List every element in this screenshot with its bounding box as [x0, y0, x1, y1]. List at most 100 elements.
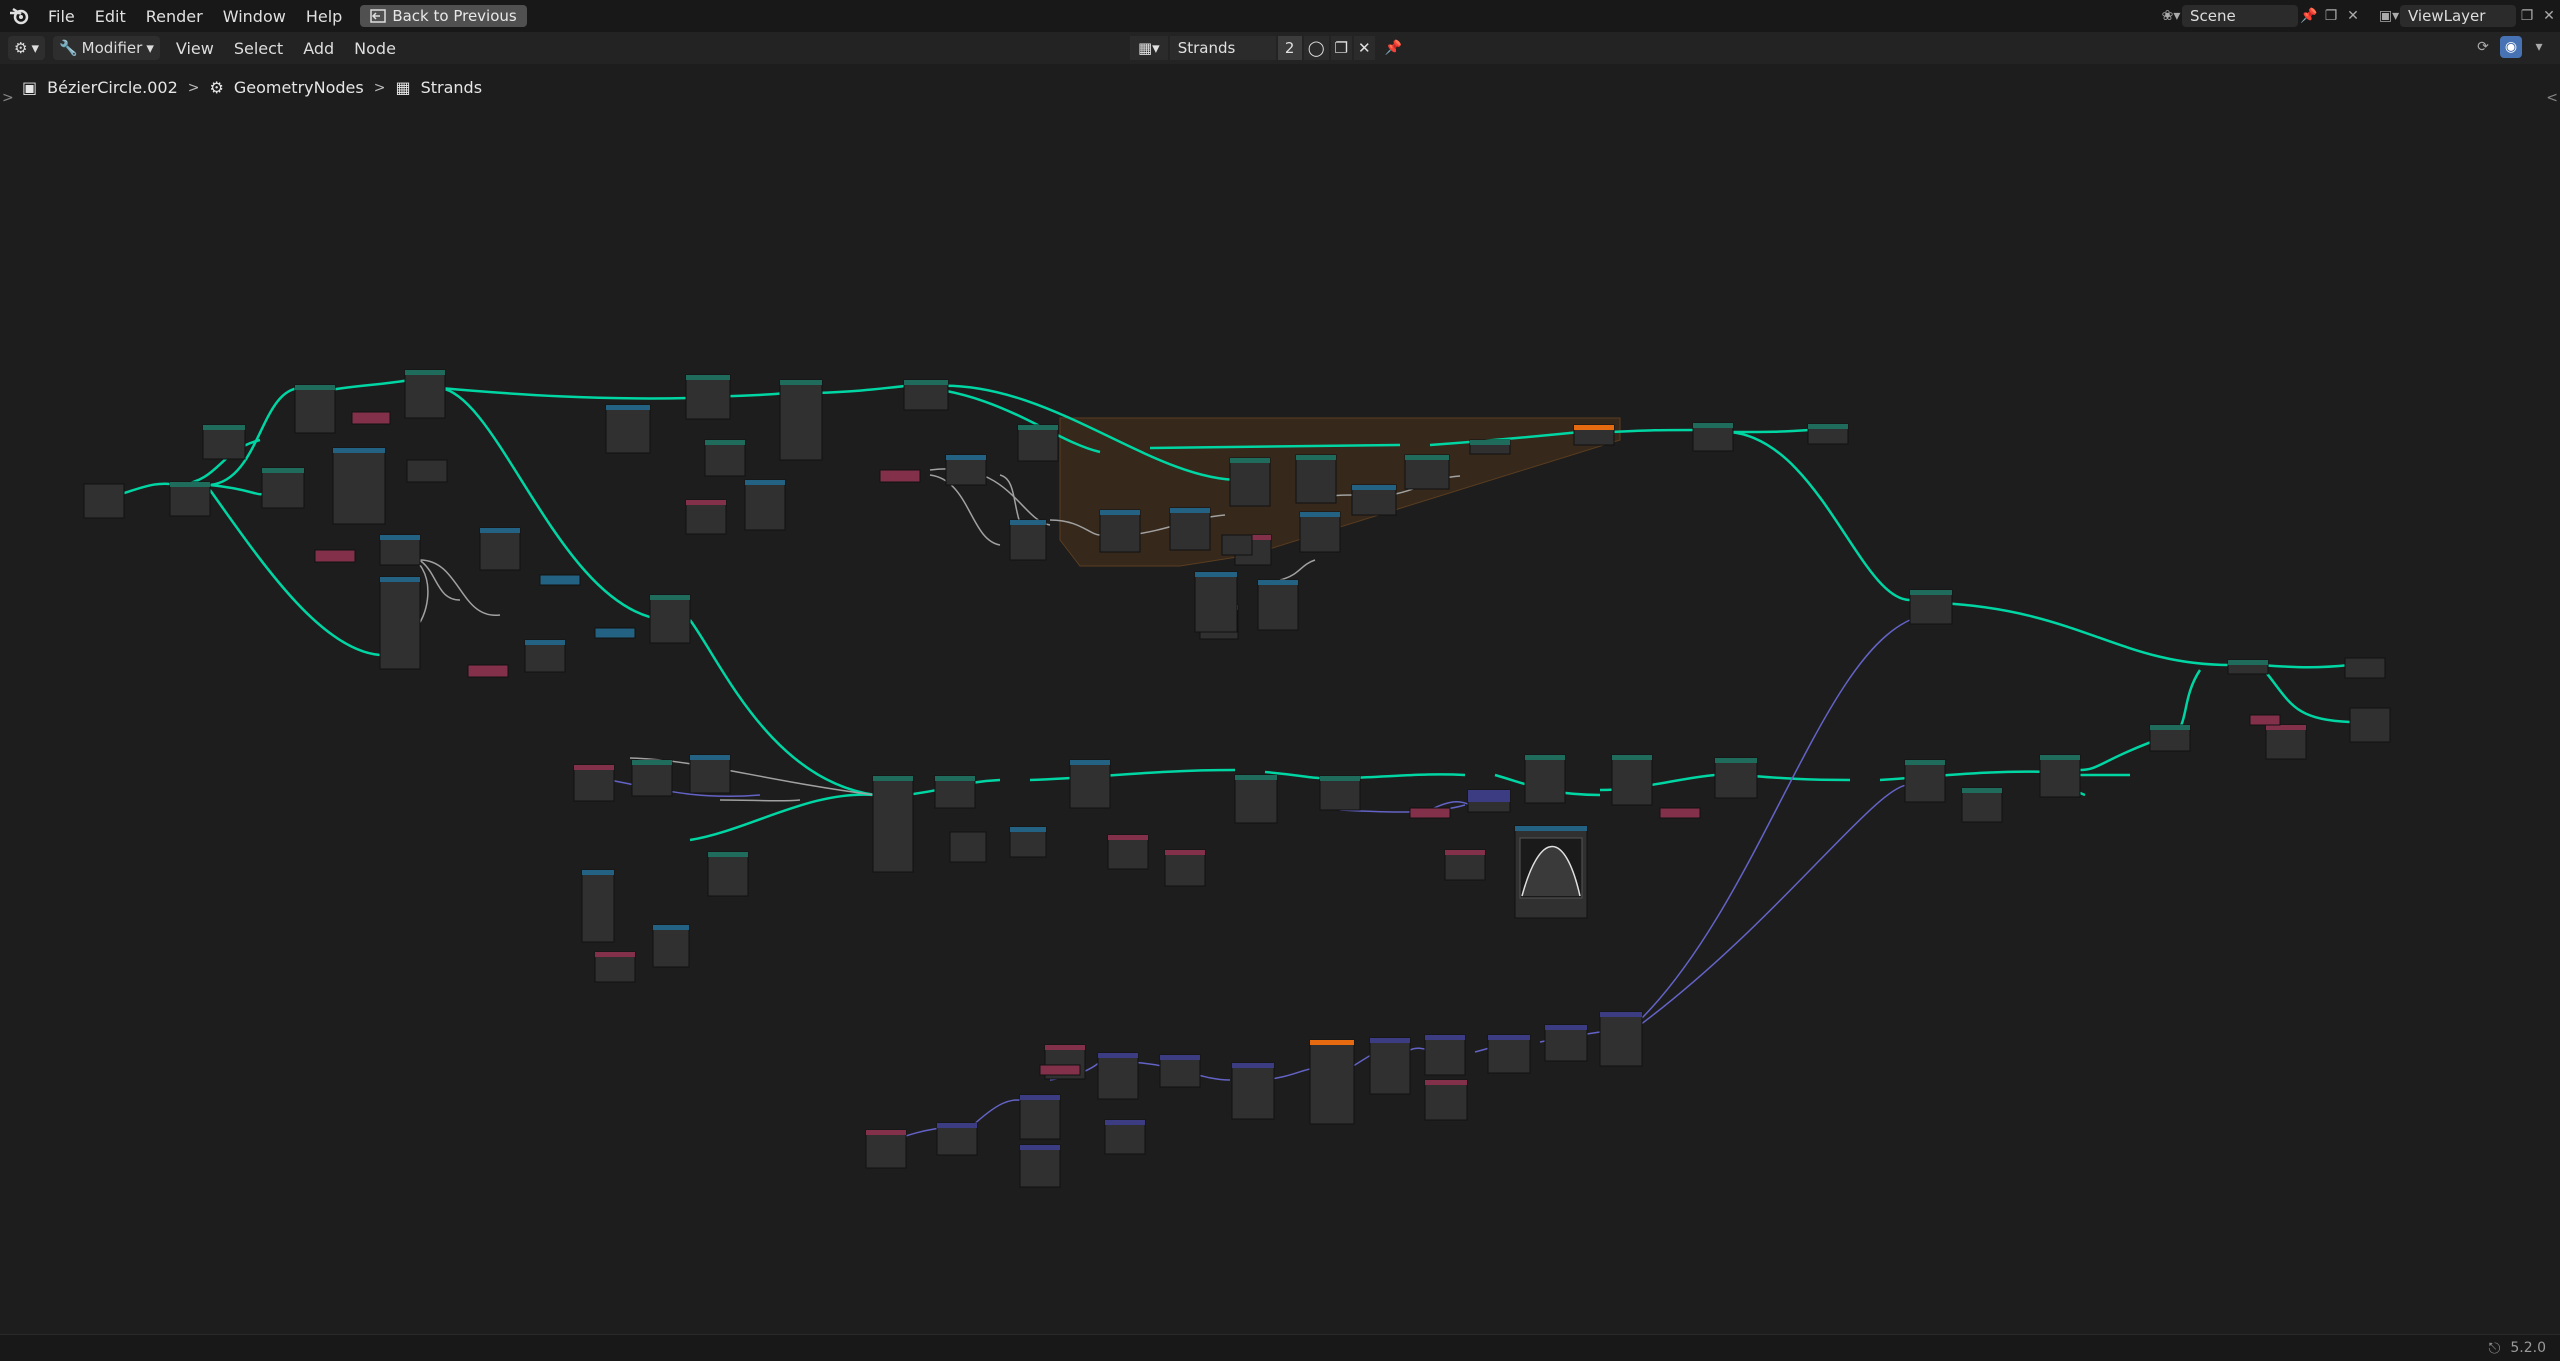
menu-edit[interactable]: Edit	[85, 7, 136, 26]
node[interactable]	[1611, 754, 1653, 806]
node[interactable]	[351, 411, 391, 425]
node[interactable]	[1231, 1062, 1275, 1120]
menu-add[interactable]: Add	[293, 39, 344, 58]
scene-selector[interactable]: Scene	[2182, 5, 2298, 27]
node[interactable]	[169, 481, 211, 517]
node-group-in[interactable]	[83, 483, 125, 519]
node[interactable]	[1659, 807, 1701, 819]
node[interactable]	[1444, 849, 1486, 881]
geometry-nodes-type-dropdown[interactable]: 🔧 Modifier ▾	[52, 36, 160, 60]
node[interactable]	[2349, 707, 2391, 743]
node[interactable]	[1714, 757, 1758, 799]
node[interactable]	[1295, 454, 1337, 504]
node[interactable]	[261, 467, 305, 509]
node[interactable]	[1424, 1034, 1466, 1076]
node[interactable]	[945, 454, 987, 486]
node[interactable]	[2265, 724, 2307, 760]
new-scene-icon[interactable]: ❐	[2320, 5, 2342, 27]
node[interactable]	[1234, 774, 1278, 824]
pin-icon[interactable]: 📌	[1383, 37, 1405, 59]
node[interactable]	[581, 869, 615, 943]
node[interactable]	[865, 1129, 907, 1169]
node[interactable]	[685, 499, 727, 535]
node[interactable]	[707, 851, 749, 897]
node[interactable]	[1221, 534, 1253, 556]
unlink-tree-icon[interactable]: ✕	[1353, 36, 1375, 60]
node[interactable]	[1409, 807, 1451, 819]
scene-type-icon[interactable]: ❀▾	[2160, 5, 2182, 27]
blender-logo-icon[interactable]	[8, 5, 30, 27]
node[interactable]	[467, 664, 509, 678]
node[interactable]	[594, 951, 636, 983]
node[interactable]	[685, 374, 731, 420]
view-layer-icon[interactable]: ▣▾	[2378, 5, 2400, 27]
node[interactable]	[949, 831, 987, 863]
overlay-dropdown-icon[interactable]: ▾	[2528, 36, 2550, 58]
node[interactable]	[1099, 509, 1141, 553]
node[interactable]	[1469, 439, 1511, 455]
node[interactable]	[1169, 507, 1211, 551]
node[interactable]	[332, 447, 386, 525]
menu-node[interactable]: Node	[344, 39, 406, 58]
node[interactable]	[1257, 579, 1299, 631]
node[interactable]	[379, 534, 421, 566]
node-tree-name-field[interactable]: Strands	[1169, 36, 1276, 60]
node[interactable]	[1069, 759, 1111, 809]
menu-window[interactable]: Window	[213, 7, 296, 26]
node[interactable]	[1017, 424, 1059, 462]
node-float-curve[interactable]	[1514, 825, 1588, 919]
menu-view[interactable]: View	[166, 39, 224, 58]
node[interactable]	[573, 764, 615, 802]
node[interactable]	[631, 759, 673, 797]
node[interactable]	[1194, 571, 1238, 633]
node[interactable]	[1369, 1037, 1411, 1095]
node[interactable]	[1019, 1094, 1061, 1140]
node[interactable]	[2227, 659, 2269, 675]
node[interactable]	[406, 459, 448, 483]
node[interactable]	[404, 369, 446, 419]
node[interactable]	[1351, 484, 1397, 516]
back-to-previous-button[interactable]: Back to Previous	[360, 5, 527, 27]
node[interactable]	[1104, 1119, 1146, 1155]
node[interactable]	[689, 754, 731, 794]
node[interactable]	[1961, 787, 2003, 823]
node[interactable]	[1107, 834, 1149, 870]
node[interactable]	[1164, 849, 1206, 887]
node[interactable]	[314, 549, 356, 563]
node[interactable]	[202, 424, 246, 460]
node[interactable]	[1599, 1011, 1643, 1067]
node[interactable]	[539, 574, 581, 586]
node[interactable]	[903, 379, 949, 411]
pin-scene-icon[interactable]: 📌	[2298, 5, 2320, 27]
menu-file[interactable]: File	[38, 7, 85, 26]
menu-render[interactable]: Render	[136, 7, 213, 26]
node[interactable]	[1807, 423, 1849, 445]
node[interactable]	[294, 384, 336, 434]
node[interactable]	[1524, 754, 1566, 804]
node[interactable]	[1009, 826, 1047, 858]
overlays-icon[interactable]: ◉	[2500, 36, 2522, 58]
editor-type-dropdown[interactable]: ⚙ ▾	[8, 36, 45, 60]
node[interactable]	[779, 379, 823, 461]
node[interactable]	[879, 469, 921, 483]
delete-scene-icon[interactable]: ✕	[2342, 5, 2364, 27]
fake-user-shield-icon[interactable]: ◯	[1303, 36, 1329, 60]
node-tree-browse-button[interactable]: ▦▾	[1130, 36, 1168, 60]
node-group-out[interactable]	[2344, 657, 2386, 679]
node[interactable]	[1019, 1144, 1061, 1188]
node[interactable]	[594, 627, 636, 639]
node[interactable]	[1692, 422, 1734, 452]
node[interactable]	[1909, 589, 1953, 625]
node[interactable]	[1904, 759, 1946, 803]
node[interactable]	[1573, 424, 1615, 446]
view-layer-selector[interactable]: ViewLayer	[2400, 5, 2516, 27]
node[interactable]	[1309, 1039, 1355, 1125]
node[interactable]	[934, 775, 976, 809]
node[interactable]	[1404, 454, 1450, 490]
node[interactable]	[652, 924, 690, 968]
node[interactable]	[1467, 789, 1511, 813]
node[interactable]	[379, 576, 421, 670]
node[interactable]	[704, 439, 746, 477]
node[interactable]	[936, 1122, 978, 1156]
node[interactable]	[1159, 1054, 1201, 1088]
